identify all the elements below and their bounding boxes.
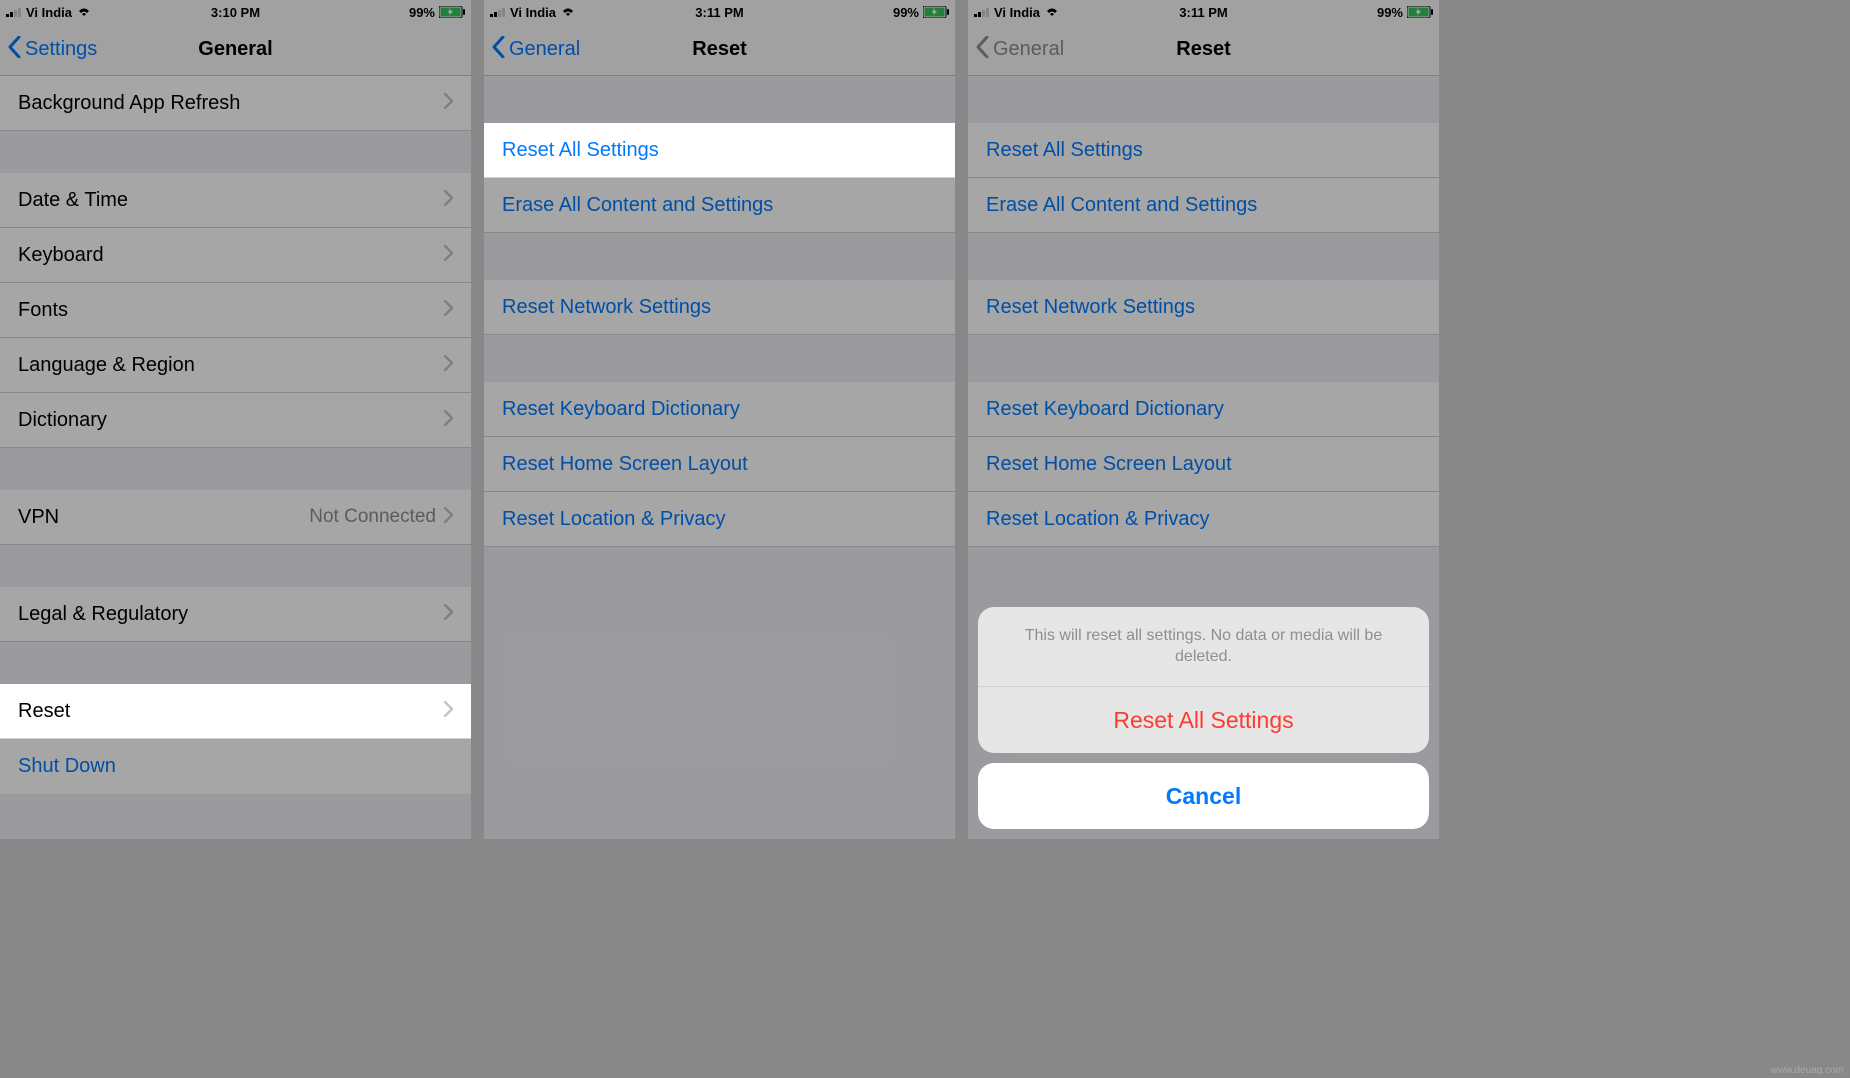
back-label: General (509, 38, 580, 61)
phone-screen-2: Vi India 3:11 PM 99% General Reset Reset… (484, 0, 955, 839)
action-sheet: This will reset all settings. No data or… (978, 607, 1429, 829)
row-label: Legal & Regulatory (18, 603, 444, 626)
chevron-right-icon (444, 92, 453, 115)
status-bar: Vi India 3:11 PM 99% (968, 0, 1439, 24)
row-value: Not Connected (309, 506, 436, 528)
row-label: Language & Region (18, 354, 444, 377)
row-label: Erase All Content and Settings (502, 194, 937, 217)
row-label: Background App Refresh (18, 92, 444, 115)
chevron-right-icon (444, 354, 453, 377)
row-label: Reset Keyboard Dictionary (986, 398, 1421, 421)
row-label: Erase All Content and Settings (986, 194, 1421, 217)
status-time: 3:11 PM (695, 5, 743, 20)
row-reset[interactable]: Reset (0, 684, 471, 739)
page-title: Reset (1176, 38, 1230, 61)
phone-screen-1: Vi India 3:10 PM 99% Settings General Ba… (0, 0, 471, 839)
wifi-icon (560, 6, 576, 18)
row-label: Date & Time (18, 189, 444, 212)
row-reset-keyboard-dict[interactable]: Reset Keyboard Dictionary (484, 382, 955, 437)
carrier-label: Vi India (26, 5, 72, 20)
row-label: VPN (18, 506, 309, 529)
row-label: Dictionary (18, 409, 444, 432)
wifi-icon (76, 6, 92, 18)
row-shut-down[interactable]: Shut Down (0, 739, 471, 794)
back-label: Settings (25, 38, 97, 61)
chevron-right-icon (444, 299, 453, 322)
page-title: General (198, 38, 272, 61)
chevron-left-icon (976, 36, 989, 64)
row-reset-home-layout: Reset Home Screen Layout (968, 437, 1439, 492)
back-label: General (993, 38, 1064, 61)
row-reset-location-privacy: Reset Location & Privacy (968, 492, 1439, 547)
row-label: Reset Location & Privacy (986, 508, 1421, 531)
chevron-left-icon (8, 36, 21, 64)
battery-charging-icon (1407, 6, 1433, 18)
nav-bar: General Reset (968, 24, 1439, 76)
signal-icon (6, 7, 22, 17)
row-reset-keyboard-dict: Reset Keyboard Dictionary (968, 382, 1439, 437)
row-vpn[interactable]: VPNNot Connected (0, 490, 471, 545)
row-reset-location-privacy[interactable]: Reset Location & Privacy (484, 492, 955, 547)
row-fonts[interactable]: Fonts (0, 283, 471, 338)
nav-bar: General Reset (484, 24, 955, 76)
watermark: www.deuaq.com (1771, 1065, 1844, 1076)
battery-pct: 99% (1377, 5, 1403, 20)
row-legal-regulatory[interactable]: Legal & Regulatory (0, 587, 471, 642)
row-label: Reset Home Screen Layout (986, 453, 1421, 476)
chevron-right-icon (444, 506, 453, 529)
carrier-label: Vi India (994, 5, 1040, 20)
chevron-right-icon (444, 244, 453, 267)
chevron-right-icon (444, 700, 453, 723)
phone-screen-3: Vi India 3:11 PM 99% General Reset Reset… (968, 0, 1439, 839)
chevron-right-icon (444, 409, 453, 432)
row-background-app-refresh[interactable]: Background App Refresh (0, 76, 471, 131)
status-bar: Vi India 3:10 PM 99% (0, 0, 471, 24)
back-button-general[interactable]: General (484, 36, 580, 64)
back-button-settings[interactable]: Settings (0, 36, 97, 64)
battery-pct: 99% (409, 5, 435, 20)
page-title: Reset (692, 38, 746, 61)
carrier-label: Vi India (510, 5, 556, 20)
battery-pct: 99% (893, 5, 919, 20)
row-label: Reset Location & Privacy (502, 508, 937, 531)
row-erase-all: Erase All Content and Settings (968, 178, 1439, 233)
row-reset-all-settings[interactable]: Reset All Settings (484, 123, 955, 178)
row-label: Reset Network Settings (502, 296, 937, 319)
row-label: Reset Home Screen Layout (502, 453, 937, 476)
sheet-message: This will reset all settings. No data or… (978, 607, 1429, 687)
row-label: Reset Network Settings (986, 296, 1421, 319)
row-date-time[interactable]: Date & Time (0, 173, 471, 228)
chevron-right-icon (444, 189, 453, 212)
signal-icon (490, 7, 506, 17)
status-time: 3:10 PM (211, 5, 260, 20)
row-label: Reset (18, 700, 444, 723)
row-reset-all-settings: Reset All Settings (968, 123, 1439, 178)
row-dictionary[interactable]: Dictionary (0, 393, 471, 448)
wifi-icon (1044, 6, 1060, 18)
cancel-button[interactable]: Cancel (978, 763, 1429, 829)
row-language-region[interactable]: Language & Region (0, 338, 471, 393)
row-label: Reset All Settings (502, 139, 937, 162)
nav-bar: Settings General (0, 24, 471, 76)
row-label: Shut Down (18, 755, 453, 778)
status-time: 3:11 PM (1179, 5, 1227, 20)
battery-charging-icon (439, 6, 465, 18)
row-label: Keyboard (18, 244, 444, 267)
row-erase-all[interactable]: Erase All Content and Settings (484, 178, 955, 233)
back-button-general: General (968, 36, 1064, 64)
chevron-right-icon (444, 603, 453, 626)
row-label: Fonts (18, 299, 444, 322)
battery-charging-icon (923, 6, 949, 18)
signal-icon (974, 7, 990, 17)
confirm-reset-button[interactable]: Reset All Settings (978, 687, 1429, 753)
row-reset-network: Reset Network Settings (968, 280, 1439, 335)
row-label: Reset All Settings (986, 139, 1421, 162)
row-reset-home-layout[interactable]: Reset Home Screen Layout (484, 437, 955, 492)
chevron-left-icon (492, 36, 505, 64)
row-keyboard[interactable]: Keyboard (0, 228, 471, 283)
status-bar: Vi India 3:11 PM 99% (484, 0, 955, 24)
row-reset-network[interactable]: Reset Network Settings (484, 280, 955, 335)
row-label: Reset Keyboard Dictionary (502, 398, 937, 421)
